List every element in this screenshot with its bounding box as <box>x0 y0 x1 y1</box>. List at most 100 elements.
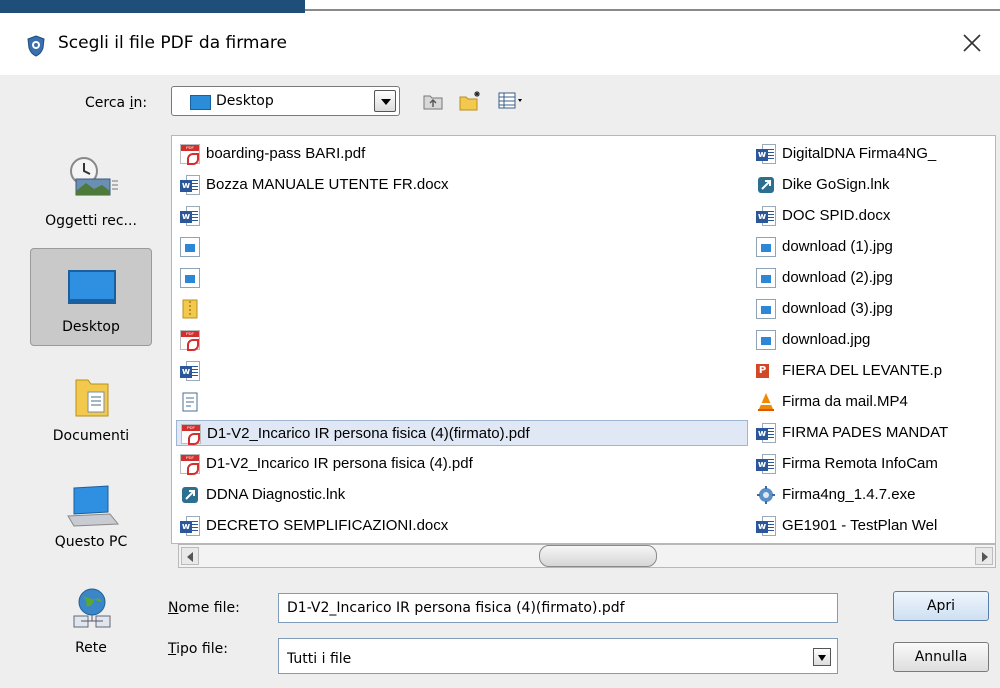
scroll-left-button[interactable] <box>181 547 199 565</box>
chevron-down-icon[interactable] <box>813 648 831 666</box>
filetype-combo[interactable]: Tutti i file <box>278 638 838 674</box>
image-icon <box>756 330 776 350</box>
filename-input[interactable] <box>278 593 838 623</box>
open-button[interactable]: Apri <box>893 591 989 621</box>
place-label: Questo PC <box>54 534 128 550</box>
window-title: Scegli il file PDF da firmare <box>58 33 287 53</box>
scrollbar-thumb[interactable] <box>539 545 657 567</box>
file-row[interactable]: w <box>176 358 748 384</box>
file-row[interactable]: w FIRMA PADES MANDAT <box>752 420 992 446</box>
powerpoint-icon: P <box>756 361 776 381</box>
file-row[interactable]: DDNA Diagnostic.lnk <box>176 482 748 508</box>
file-row[interactable] <box>176 327 748 353</box>
image-icon <box>180 268 200 288</box>
pdf-icon <box>180 144 200 165</box>
file-row[interactable]: download (2).jpg <box>752 265 992 291</box>
file-name: download (3).jpg <box>782 300 893 317</box>
file-row[interactable]: Dike GoSign.lnk <box>752 172 992 198</box>
image-icon <box>756 237 776 257</box>
file-row[interactable]: D1-V2_Incarico IR persona fisica (4).pdf <box>176 451 748 477</box>
view-menu-icon[interactable] <box>497 89 527 113</box>
file-row[interactable]: w GE1901 - TestPlan Wel <box>752 513 992 539</box>
word-icon: w <box>180 361 200 381</box>
place-recent-items[interactable]: Oggetti rec... <box>30 147 152 245</box>
file-row[interactable]: w <box>176 203 748 229</box>
word-icon: w <box>756 423 776 443</box>
file-row[interactable]: D1-V2_Incarico IR persona fisica (4)(fir… <box>176 420 748 446</box>
place-network[interactable]: Rete <box>30 582 152 680</box>
file-row[interactable]: Firma da mail.MP4 <box>752 389 992 415</box>
pdf-icon <box>180 330 200 351</box>
place-label: Documenti <box>52 428 130 444</box>
network-globe-icon <box>73 588 111 628</box>
shield-app-icon <box>27 35 45 57</box>
window-accent-bar <box>0 0 305 13</box>
file-row[interactable] <box>176 265 748 291</box>
file-row[interactable]: w Firma Remota InfoCam <box>752 451 992 477</box>
word-icon: w <box>756 516 776 536</box>
file-name: Firma Remota InfoCam <box>782 455 938 472</box>
documents-folder-icon <box>75 379 109 417</box>
file-name: FIERA DEL LEVANTE.p <box>782 362 943 379</box>
computer-icon <box>67 485 120 527</box>
look-in-combo[interactable]: Desktop <box>171 86 400 116</box>
file-row[interactable]: w DECRETO SEMPLIFICAZIONI.docx <box>176 513 748 539</box>
file-name: DOC SPID.docx <box>782 207 891 224</box>
file-name: Firma4ng_1.4.7.exe <box>782 486 916 503</box>
scroll-right-button[interactable] <box>975 547 993 565</box>
up-folder-icon[interactable] <box>421 89 445 113</box>
file-row[interactable]: Firma4ng_1.4.7.exe <box>752 482 992 508</box>
file-row[interactable] <box>176 296 748 322</box>
file-row[interactable]: download (3).jpg <box>752 296 992 322</box>
look-in-label: Cerca in: <box>85 95 148 111</box>
place-label: Desktop <box>62 319 120 335</box>
setup-icon <box>756 485 776 505</box>
word-icon: w <box>180 516 200 536</box>
file-row[interactable]: download (1).jpg <box>752 234 992 260</box>
file-row[interactable]: P FIERA DEL LEVANTE.p <box>752 358 992 384</box>
place-documents[interactable]: Documenti <box>30 372 152 470</box>
filetype-label: Tipo file: <box>168 641 228 657</box>
word-icon: w <box>180 175 200 195</box>
file-name: Dike GoSign.lnk <box>782 176 890 193</box>
window-top-border <box>305 9 1000 11</box>
file-name: GE1901 - TestPlan Wel <box>782 517 938 534</box>
place-desktop[interactable]: Desktop <box>30 248 152 346</box>
file-name: FIRMA PADES MANDAT <box>782 424 949 441</box>
word-icon: w <box>756 144 776 164</box>
pdf-icon <box>180 454 200 475</box>
file-row[interactable]: download.jpg <box>752 327 992 353</box>
look-in-value: Desktop <box>216 93 274 109</box>
close-icon[interactable] <box>958 29 986 57</box>
file-row[interactable]: w DOC SPID.docx <box>752 203 992 229</box>
horizontal-scrollbar[interactable] <box>178 544 996 568</box>
file-name: download.jpg <box>782 331 871 348</box>
image-icon <box>180 237 200 257</box>
title-bar[interactable]: Scegli il file PDF da firmare <box>0 13 1000 75</box>
recent-items-icon <box>70 157 118 196</box>
file-name: Bozza MANUALE UTENTE FR.docx <box>206 176 449 193</box>
place-label: Oggetti rec... <box>45 213 137 229</box>
new-folder-icon[interactable] <box>458 89 482 113</box>
file-name: D1-V2_Incarico IR persona fisica (4)(fir… <box>207 425 530 442</box>
file-name: download (1).jpg <box>782 238 893 255</box>
cancel-button[interactable]: Annulla <box>893 642 989 672</box>
filename-label: Nome file: <box>168 600 240 616</box>
shortcut-icon <box>180 485 200 505</box>
desktop-folder-icon <box>190 95 211 110</box>
file-row[interactable]: w Bozza MANUALE UTENTE FR.docx <box>176 172 748 198</box>
filetype-value: Tutti i file <box>287 651 352 667</box>
place-this-pc[interactable]: Questo PC <box>30 478 152 576</box>
file-list[interactable]: boarding-pass BARI.pdf w Bozza MANUALE UTE… <box>171 135 996 544</box>
file-row[interactable]: boarding-pass BARI.pdf <box>176 141 748 167</box>
image-icon <box>756 268 776 288</box>
file-row[interactable] <box>176 389 748 415</box>
file-row[interactable] <box>176 234 748 260</box>
chevron-down-icon[interactable] <box>374 90 396 112</box>
vlc-icon <box>756 392 776 412</box>
file-name: DECRETO SEMPLIFICAZIONI.docx <box>206 517 449 534</box>
file-name: DDNA Diagnostic.lnk <box>206 486 346 503</box>
image-icon <box>756 299 776 319</box>
file-name: download (2).jpg <box>782 269 893 286</box>
file-row[interactable]: w DigitalDNA Firma4NG_ <box>752 141 992 167</box>
